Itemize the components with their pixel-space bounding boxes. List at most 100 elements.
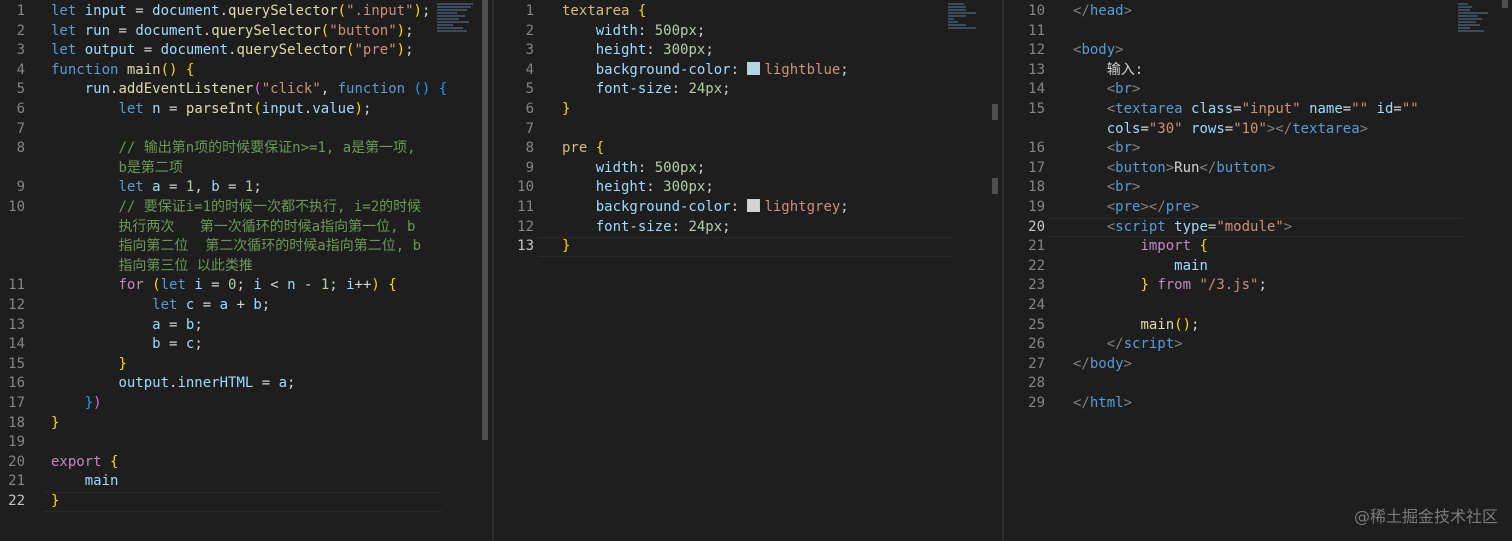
code-line[interactable]: 1 textarea { [494, 2, 1002, 22]
code-line[interactable]: 17 }) [0, 394, 492, 414]
code-line[interactable]: 2 width: 500px; [494, 22, 1002, 42]
code-line[interactable]: 11 [1004, 22, 1512, 42]
code-line[interactable]: 28 [1004, 374, 1512, 394]
code-token: lightblue [764, 61, 841, 78]
code-line[interactable]: 15 <textarea class="input" name="" id="" [1004, 100, 1512, 120]
code-line[interactable]: 7 [0, 120, 492, 140]
code-token: pre [562, 140, 596, 157]
code-token: </ [1073, 395, 1090, 411]
code-line[interactable]: 16 output.innerHTML = a; [0, 374, 492, 394]
code-line[interactable]: 9 width: 500px; [494, 159, 1002, 179]
html-minimap[interactable] [1458, 2, 1498, 72]
code-line[interactable]: 11 background-color: lightgrey; [494, 198, 1002, 218]
code-line[interactable]: 17 <button>Run</button> [1004, 159, 1512, 179]
code-line[interactable]: 2 let run = document.querySelector("butto… [0, 22, 492, 42]
code-line[interactable]: 22} [0, 492, 492, 512]
code-line[interactable]: 21 import { [1004, 237, 1512, 257]
code-line[interactable]: 14 b = c; [0, 335, 492, 355]
code-line[interactable]: 18} [0, 414, 492, 434]
code-line[interactable]: 9 let a = 1, b = 1; [0, 178, 492, 198]
code-line[interactable]: 13 输入: [1004, 61, 1512, 81]
js-scrollbar[interactable] [478, 0, 492, 541]
code-line[interactable]: 19 [0, 433, 492, 453]
code-line[interactable]: 指向第三位 以此类推 [0, 257, 492, 277]
code-line[interactable]: 26 </script> [1004, 335, 1512, 355]
code-line[interactable]: 6 let n = parseInt(input.value); [0, 100, 492, 120]
code-line[interactable]: 15 } [0, 355, 492, 375]
code-text: let c = a + b; [51, 296, 270, 316]
code-line[interactable]: 12 let c = a + b; [0, 296, 492, 316]
html-scrollbar[interactable] [1498, 0, 1512, 541]
code-line[interactable]: 3 let output = document.querySelector("pr… [0, 41, 492, 61]
css-scrollbar-thumb[interactable] [992, 104, 998, 120]
js-editor-pane[interactable]: 1 let input = document.querySelector(".in… [0, 0, 492, 541]
code-line[interactable]: 27 </body> [1004, 355, 1512, 375]
code-token: b [211, 179, 220, 196]
code-line[interactable]: 22 main [1004, 257, 1512, 277]
code-line[interactable]: 5 font-size: 24px; [494, 80, 1002, 100]
line-number: 20 [8, 453, 25, 470]
code-token: > [1115, 42, 1124, 59]
color-swatch-icon[interactable] [747, 199, 761, 212]
code-line[interactable]: 20 export { [0, 453, 492, 473]
code-line[interactable]: 13 a = b; [0, 316, 492, 336]
code-line[interactable]: 8 // 输出第n项的时候要保证n>=1, a是第一项, [0, 139, 492, 159]
code-token: import [1140, 238, 1200, 255]
code-line[interactable]: 10 </head> [1004, 2, 1512, 22]
code-token: } [84, 395, 94, 411]
code-line[interactable]: 3 height: 300px; [494, 41, 1002, 61]
code-token: let [152, 297, 186, 313]
code-line[interactable]: 4 background-color: lightblue; [494, 61, 1002, 81]
code-line[interactable]: 23 } from "/3.js"; [1004, 276, 1512, 296]
code-line[interactable]: 5 run.addEventListener("click", function… [0, 80, 492, 100]
code-line[interactable]: 10 height: 300px; [494, 178, 1002, 198]
html-scrollbar-thumb[interactable] [1502, 0, 1508, 8]
html-editor-pane[interactable]: 10 </head> 11 12 <body> 13 输入: 14 <br> 15 <text… [1004, 0, 1512, 541]
js-minimap[interactable] [437, 2, 477, 72]
code-line[interactable]: 21 main [0, 472, 492, 492]
code-line[interactable]: cols="30" rows="10"></textarea> [1004, 120, 1512, 140]
code-line[interactable]: 指向第二位 第二次循环的时候a指向第二位, b [0, 237, 492, 257]
code-line[interactable]: 7 [494, 120, 1002, 140]
line-number: 16 [8, 375, 25, 392]
code-line[interactable]: 24 [1004, 296, 1512, 316]
color-swatch-icon[interactable] [747, 61, 761, 75]
code-line[interactable]: 执行两次 第一次循环的时候a指向第一位, b [0, 218, 492, 238]
code-token: { [1199, 238, 1208, 255]
code-line[interactable]: 8 pre { [494, 139, 1002, 159]
code-token: ; [705, 42, 714, 59]
code-line[interactable]: b是第二项 [0, 159, 492, 179]
code-line[interactable]: 12 <body> [1004, 41, 1512, 61]
code-line[interactable]: 10 // 要保证i=1的时候一次都不执行, i=2的时候 [0, 198, 492, 218]
code-line[interactable]: 4 function main() { [0, 61, 492, 81]
code-line[interactable]: 12 font-size: 24px; [494, 218, 1002, 238]
code-line[interactable]: 14 <br> [1004, 80, 1512, 100]
code-line[interactable]: 6} [494, 100, 1002, 120]
css-scrollbar-thumb-2[interactable] [992, 178, 998, 194]
code-token: 24px [688, 218, 723, 235]
css-scrollbar[interactable] [988, 0, 1002, 541]
css-editor-pane[interactable]: 1 textarea {2 width: 500px; 3 height: 300p… [494, 0, 1002, 541]
js-scrollbar-thumb[interactable] [482, 0, 488, 440]
code-line[interactable]: 19 <pre></pre> [1004, 198, 1512, 218]
code-token: font-size [595, 218, 672, 235]
code-text: function main() { [51, 61, 194, 81]
code-line[interactable]: 18 <br> [1004, 178, 1512, 198]
code-token: ; [421, 3, 431, 19]
code-text: pre { [562, 139, 604, 159]
code-token: = [126, 3, 153, 19]
code-line[interactable]: 20 <script type="module"> [1004, 217, 1512, 238]
code-line[interactable]: 13} [494, 237, 1002, 257]
code-text: } [562, 237, 570, 257]
code-line[interactable]: 29 </html> [1004, 394, 1512, 414]
line-number: 28 [1028, 375, 1045, 392]
code-line[interactable]: 16 <br> [1004, 139, 1512, 159]
css-minimap[interactable] [948, 2, 988, 72]
code-text: } [51, 492, 59, 512]
code-line[interactable]: 11 for (let i = 0; i < n - 1; i++) { [0, 276, 492, 296]
line-number: 25 [1028, 316, 1045, 333]
code-line[interactable]: 25 main(); [1004, 316, 1512, 336]
code-line[interactable]: 1 let input = document.querySelector(".in… [0, 2, 492, 22]
